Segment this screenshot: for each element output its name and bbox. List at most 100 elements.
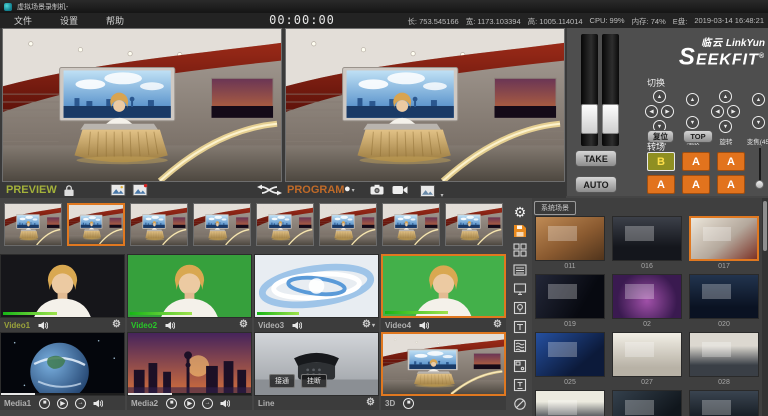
video3-speaker-icon[interactable]	[292, 321, 302, 330]
subtitle-icon[interactable]	[512, 377, 528, 393]
transition-a4-button[interactable]: A	[682, 175, 710, 194]
gallery-scrollbar[interactable]	[762, 198, 768, 416]
transition-image-icon[interactable]	[110, 184, 126, 196]
focal-up-button[interactable]: ▲	[752, 93, 765, 106]
scene-thumb-025[interactable]	[535, 332, 605, 377]
focal-down-button[interactable]: ▼	[752, 116, 765, 129]
chroma-key-icon[interactable]	[512, 338, 528, 354]
menu-help[interactable]: 帮助	[92, 14, 138, 27]
strip-thumb-6[interactable]	[319, 203, 377, 246]
scene-thumb-027[interactable]	[612, 332, 682, 377]
disable-brush-icon[interactable]	[512, 396, 528, 412]
scene-thumb-019[interactable]	[535, 274, 605, 319]
transition-image-alt-icon[interactable]	[132, 184, 148, 196]
transition-a1-button[interactable]: A	[682, 152, 710, 171]
media1-progress[interactable]	[1, 393, 124, 395]
strip-thumb-7[interactable]	[382, 203, 440, 246]
scene-thumb-partial-2[interactable]	[612, 390, 682, 416]
zoom-down-button[interactable]: ▼	[686, 116, 699, 129]
threed-stop-button[interactable]: ■	[403, 398, 414, 409]
snapshot-camera-icon[interactable]	[370, 184, 384, 195]
rotate-left-button[interactable]: ◀	[711, 105, 724, 118]
strip-thumb-4[interactable]	[193, 203, 251, 246]
media1-next-button[interactable]: →	[75, 398, 86, 409]
video1-speaker-icon[interactable]	[38, 321, 48, 330]
source-video3-thumb[interactable]	[254, 254, 379, 318]
media1-stop-button[interactable]: ■	[39, 398, 50, 409]
tbar-handle-right[interactable]	[602, 104, 619, 134]
media2-speaker-icon[interactable]	[220, 399, 230, 408]
strip-thumb-3[interactable]	[130, 203, 188, 246]
source-media1-thumb[interactable]	[0, 332, 125, 396]
line-connect-button[interactable]: 接通	[269, 374, 295, 388]
source-3d-thumb[interactable]	[381, 332, 506, 396]
media1-speaker-icon[interactable]	[93, 399, 103, 408]
scene-thumb-partial-1[interactable]	[535, 390, 605, 416]
rotate-down-button[interactable]: ▼	[719, 120, 732, 133]
swap-preview-program-icon[interactable]	[256, 184, 282, 196]
media2-play-button[interactable]: ▶	[184, 398, 195, 409]
zoom-up-button[interactable]: ▲	[686, 93, 699, 106]
take-button[interactable]: TAKE	[575, 150, 617, 167]
transition-tbar[interactable]	[581, 34, 621, 146]
scene-thumb-011[interactable]	[535, 216, 605, 261]
video2-speaker-icon[interactable]	[165, 321, 175, 330]
strip-thumb-5[interactable]	[256, 203, 314, 246]
save-icon[interactable]	[512, 223, 528, 239]
source-line-thumb[interactable]: 接通 挂断	[254, 332, 379, 396]
transition-a5-button[interactable]: A	[717, 175, 745, 194]
media1-play-button[interactable]: ▶	[57, 398, 68, 409]
program-monitor[interactable]	[285, 28, 565, 182]
rotate-right-button[interactable]: ▶	[727, 105, 740, 118]
effects-icon[interactable]	[512, 300, 528, 316]
layout-grid-icon[interactable]	[512, 242, 528, 258]
speed-thumb[interactable]	[755, 180, 764, 189]
move-right-button[interactable]: ▶	[661, 105, 674, 118]
playlist-icon[interactable]	[512, 262, 528, 278]
tbar-handle-left[interactable]	[581, 104, 598, 134]
source-media2-thumb[interactable]	[127, 332, 252, 396]
transition-b-button[interactable]: B	[647, 152, 675, 171]
media2-progress[interactable]	[128, 393, 251, 395]
line-settings-icon[interactable]: ⚙	[366, 398, 375, 408]
move-left-button[interactable]: ◀	[645, 105, 658, 118]
preview-monitor[interactable]	[2, 28, 282, 182]
video1-settings-icon[interactable]: ⚙	[112, 320, 121, 330]
monitor-icon[interactable]	[512, 281, 528, 297]
scene-thumb-017-selected[interactable]	[689, 216, 759, 261]
strip-thumb-1[interactable]	[4, 203, 62, 246]
text-title-icon[interactable]	[512, 319, 528, 335]
strip-thumb-8[interactable]	[445, 203, 503, 246]
media2-stop-button[interactable]: ■	[166, 398, 177, 409]
picture-icon[interactable]	[512, 358, 528, 374]
source-video4-thumb[interactable]	[381, 254, 506, 318]
scene-thumb-016[interactable]	[612, 216, 682, 261]
scene-thumb-02[interactable]	[612, 274, 682, 319]
video2-settings-icon[interactable]: ⚙	[239, 320, 248, 330]
scene-thumb-partial-3[interactable]	[689, 390, 759, 416]
rotate-up-button[interactable]: ▲	[719, 90, 732, 103]
menu-settings[interactable]: 设置	[46, 14, 92, 27]
video4-settings-icon[interactable]: ⚙	[493, 320, 502, 330]
menu-file[interactable]: 文件	[0, 14, 46, 27]
video4-speaker-icon[interactable]	[419, 321, 429, 330]
gallery-tab[interactable]: 系统场景	[534, 201, 576, 215]
transition-a2-button[interactable]: A	[717, 152, 745, 171]
video3-settings-icon[interactable]: ⚙▾	[362, 320, 375, 331]
transition-a3-button[interactable]: A	[647, 175, 675, 194]
top-button[interactable]: TOP	[683, 130, 713, 143]
settings-icon[interactable]: ⚙	[512, 204, 528, 220]
gallery-scrollbar-thumb[interactable]	[763, 201, 767, 251]
scene-thumb-028[interactable]	[689, 332, 759, 377]
line-hangup-button[interactable]: 挂断	[301, 374, 327, 388]
record-icon[interactable]: ●▾	[344, 183, 355, 197]
scene-thumb-020[interactable]	[689, 274, 759, 319]
media2-next-button[interactable]: →	[202, 398, 213, 409]
transition-speed-slider[interactable]	[753, 148, 767, 196]
auto-button[interactable]: AUTO	[575, 176, 617, 193]
lock-icon[interactable]	[64, 185, 74, 196]
source-video1-thumb[interactable]	[0, 254, 125, 318]
strip-thumb-2-selected[interactable]	[67, 203, 125, 246]
source-video2-thumb[interactable]	[127, 254, 252, 318]
move-up-button[interactable]: ▲	[653, 90, 666, 103]
